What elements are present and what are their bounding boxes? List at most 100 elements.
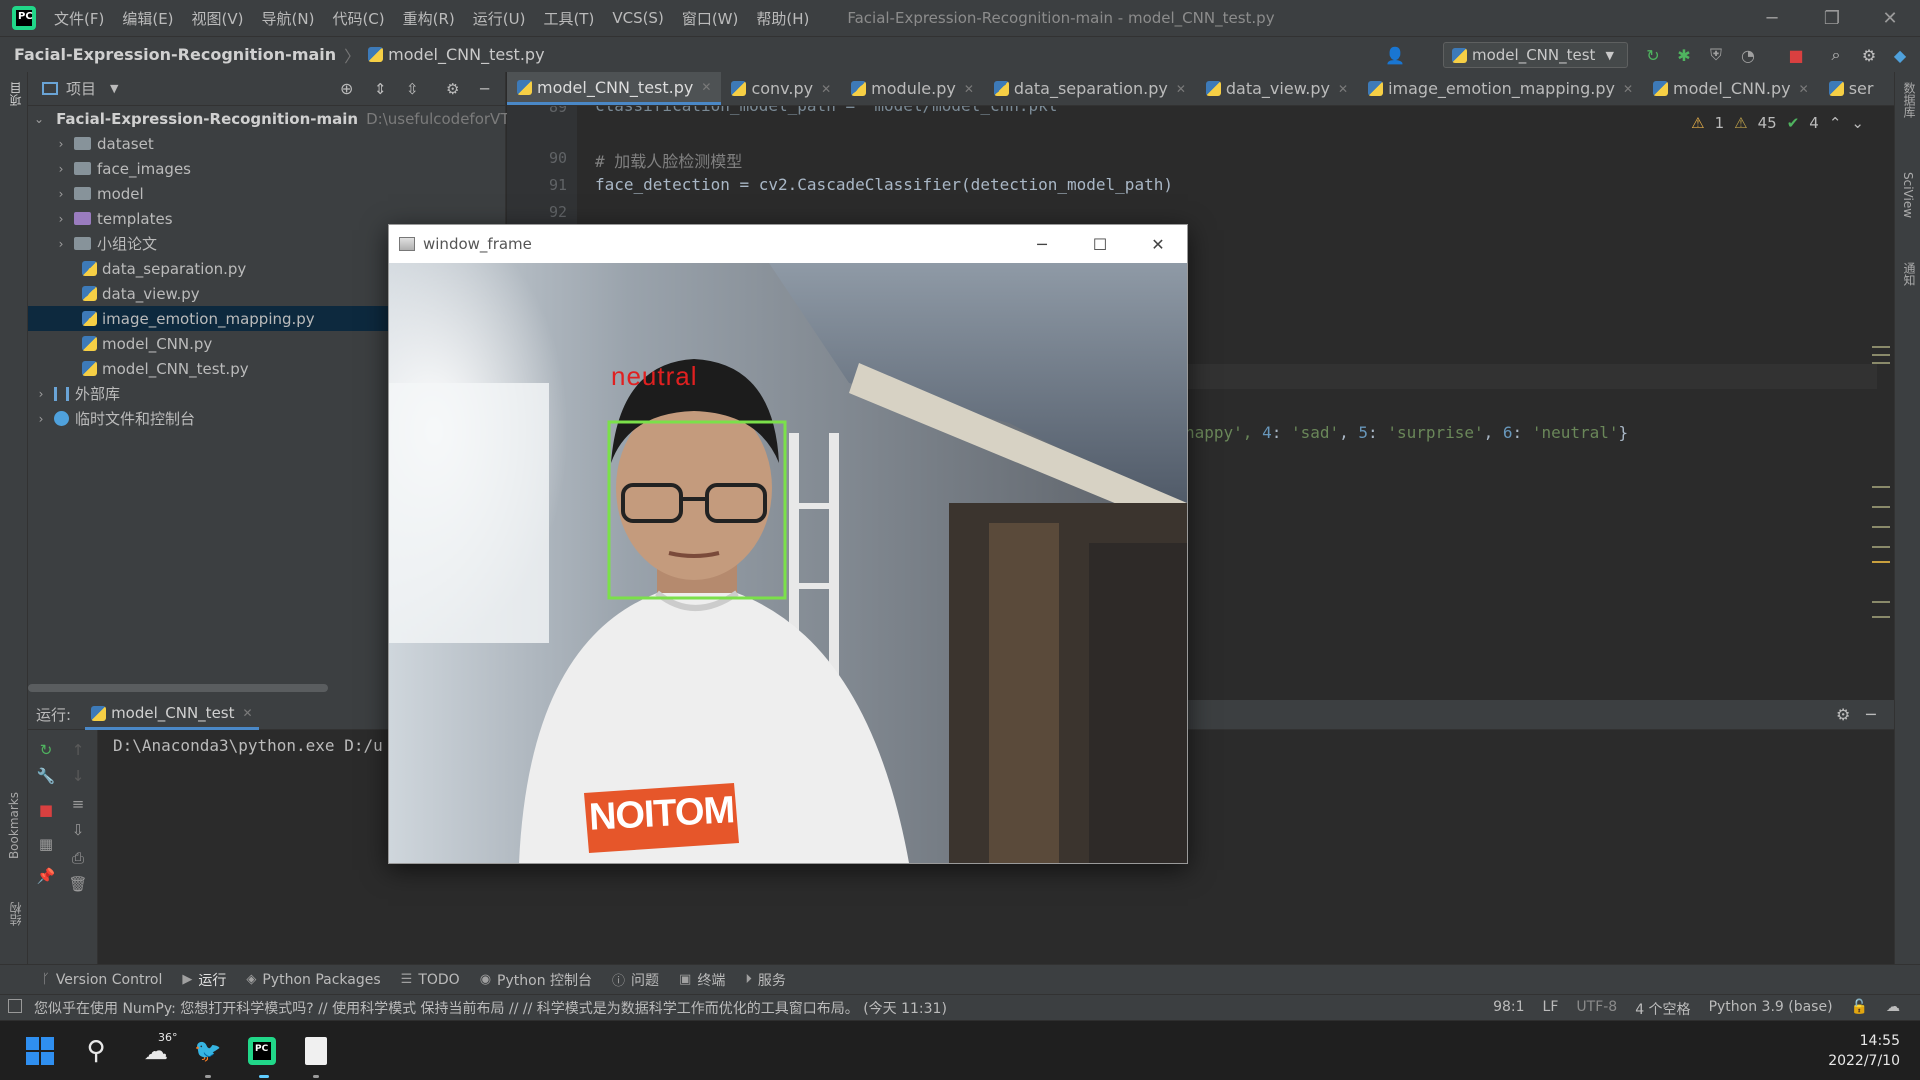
menu-window[interactable]: 窗口(W) bbox=[682, 8, 739, 29]
locate-icon[interactable]: ⊕ bbox=[340, 79, 353, 98]
bookmarks-tool-tab[interactable]: Bookmarks bbox=[7, 792, 21, 859]
indent-setting[interactable]: 4 个空格 bbox=[1635, 999, 1690, 1019]
tree-row-root[interactable]: ⌄ Facial-Expression-Recognition-main D:\… bbox=[28, 106, 514, 131]
close-icon[interactable]: ✕ bbox=[1338, 82, 1348, 96]
soft-wrap-icon[interactable]: ≡ bbox=[68, 794, 88, 814]
tool-python-packages[interactable]: ◈ Python Packages bbox=[246, 972, 380, 988]
chevron-right-icon[interactable]: › bbox=[54, 162, 68, 176]
chevron-right-icon[interactable]: › bbox=[34, 412, 48, 426]
python-interpreter[interactable]: Python 3.9 (base) bbox=[1709, 999, 1833, 1019]
status-toggle-icon[interactable] bbox=[8, 999, 22, 1013]
weather-widget[interactable]: ☁ 36° bbox=[136, 1031, 178, 1067]
rerun-icon[interactable]: ↻ bbox=[36, 740, 56, 760]
coverage-icon[interactable]: ⛨ bbox=[1706, 45, 1726, 65]
gear-icon[interactable]: ⚙ bbox=[446, 80, 459, 98]
expand-all-icon[interactable]: ⇕ bbox=[374, 80, 387, 98]
menu-file[interactable]: 文件(F) bbox=[54, 8, 104, 29]
menu-help[interactable]: 帮助(H) bbox=[756, 8, 809, 29]
chevron-right-icon[interactable]: › bbox=[54, 137, 68, 151]
trash-icon[interactable]: 🗑 bbox=[68, 874, 88, 894]
system-clock[interactable]: 14:55 2022/7/10 bbox=[1828, 1031, 1900, 1071]
layout-icon[interactable]: ▦ bbox=[36, 834, 56, 854]
jetbrains-toolbox-icon[interactable]: ◆ bbox=[1890, 45, 1910, 65]
gear-icon[interactable]: ⚙ bbox=[1836, 705, 1850, 724]
menu-navigate[interactable]: 导航(N) bbox=[262, 8, 315, 29]
run-config-dropdown[interactable]: model_CNN_test ▼ bbox=[1443, 42, 1628, 68]
menu-vcs[interactable]: VCS(S) bbox=[612, 9, 663, 27]
rerun-icon[interactable]: ↻ bbox=[1643, 45, 1663, 65]
close-icon[interactable]: ✕ bbox=[243, 706, 253, 720]
scroll-to-end-icon[interactable]: ⇩ bbox=[68, 820, 88, 840]
minimize-icon[interactable]: ─ bbox=[1013, 225, 1071, 263]
menu-code[interactable]: 代码(C) bbox=[332, 8, 384, 29]
menu-view[interactable]: 视图(V) bbox=[192, 8, 244, 29]
close-icon[interactable]: ✕ bbox=[821, 82, 831, 96]
tool-services[interactable]: ⏵ 服务 bbox=[745, 970, 786, 990]
breadcrumb-file[interactable]: model_CNN_test.py bbox=[388, 45, 544, 64]
stop-icon[interactable]: ■ bbox=[1786, 45, 1806, 65]
tab-conv[interactable]: conv.py ✕ bbox=[721, 72, 841, 105]
arrow-up-icon[interactable]: ↑ bbox=[68, 740, 88, 760]
chevron-right-icon[interactable]: › bbox=[54, 187, 68, 201]
hide-panel-icon[interactable]: ─ bbox=[480, 80, 489, 98]
tool-run[interactable]: ▶ 运行 bbox=[182, 970, 226, 990]
close-icon[interactable]: ✕ bbox=[1623, 82, 1633, 96]
tree-row-folder[interactable]: › model bbox=[28, 181, 506, 206]
close-icon[interactable]: ✕ bbox=[1176, 82, 1186, 96]
tab-image-emotion-mapping[interactable]: image_emotion_mapping.py ✕ bbox=[1358, 72, 1643, 105]
start-button[interactable] bbox=[24, 1035, 56, 1067]
profile-icon[interactable]: ◔ bbox=[1738, 45, 1758, 65]
inspection-widget[interactable]: ⚠ 1 ⚠ 45 ✔ 4 ⌃ ⌄ bbox=[1691, 114, 1864, 132]
close-icon[interactable]: ✕ bbox=[964, 82, 974, 96]
file-encoding[interactable]: UTF-8 bbox=[1576, 999, 1617, 1019]
tab-ser[interactable]: ser bbox=[1819, 72, 1884, 105]
chevron-right-icon[interactable]: › bbox=[34, 387, 48, 401]
tool-problems[interactable]: ⓘ 问题 bbox=[612, 970, 659, 990]
lock-icon[interactable]: 🔓 bbox=[1851, 999, 1868, 1019]
chevron-down-icon[interactable]: ⌄ bbox=[34, 112, 44, 126]
maximize-icon[interactable]: ☐ bbox=[1071, 225, 1129, 263]
run-tab[interactable]: model_CNN_test ✕ bbox=[85, 700, 259, 730]
hide-panel-icon[interactable]: ─ bbox=[1866, 705, 1876, 724]
project-tool-tab[interactable]: 项目 bbox=[7, 82, 24, 106]
chevron-right-icon[interactable]: › bbox=[54, 212, 68, 226]
app-bird-icon[interactable]: 🐦 bbox=[192, 1035, 224, 1067]
tab-list-chevron-icon[interactable]: ⌄ bbox=[1883, 72, 1894, 105]
search-icon[interactable]: ⚲ bbox=[80, 1035, 112, 1067]
tool-python-console[interactable]: ◉ Python 控制台 bbox=[480, 970, 592, 990]
pycharm-taskbar-icon[interactable]: PC bbox=[246, 1035, 278, 1067]
search-icon[interactable]: ⌕ bbox=[1826, 45, 1846, 65]
user-icon[interactable]: 👤 bbox=[1385, 45, 1405, 65]
notifications-tool-tab[interactable]: 通知 bbox=[1901, 262, 1918, 286]
wrench-icon[interactable]: 🔧 bbox=[36, 766, 56, 786]
tab-module[interactable]: module.py ✕ bbox=[841, 72, 984, 105]
cloud-icon[interactable]: ☁ bbox=[1886, 999, 1900, 1019]
arrow-down-icon[interactable]: ↓ bbox=[68, 766, 88, 786]
line-separator[interactable]: LF bbox=[1543, 999, 1559, 1019]
opencv-titlebar[interactable]: window_frame ─ ☐ ✕ bbox=[389, 225, 1187, 263]
pin-icon[interactable]: 📌 bbox=[36, 866, 56, 886]
collapse-all-icon[interactable]: ⇳ bbox=[406, 80, 419, 98]
structure-tool-tab[interactable]: 结构 bbox=[7, 902, 24, 926]
project-view-label[interactable]: 项目 bbox=[66, 78, 96, 99]
tree-row-folder[interactable]: › face_images bbox=[28, 156, 506, 181]
chevron-down-icon[interactable]: ▼ bbox=[110, 82, 118, 95]
stop-icon[interactable]: ■ bbox=[36, 800, 56, 820]
close-icon[interactable]: ✕ bbox=[1799, 82, 1809, 96]
breadcrumb-project[interactable]: Facial-Expression-Recognition-main bbox=[14, 45, 336, 64]
tool-version-control[interactable]: ᚴ Version Control bbox=[42, 972, 162, 988]
gear-icon[interactable]: ⚙ bbox=[1859, 45, 1879, 65]
status-message[interactable]: 您似乎在使用 NumPy: 您想打开科学模式吗? // 使用科学模式 保持当前布… bbox=[34, 998, 947, 1018]
restore-icon[interactable]: ❐ bbox=[1802, 0, 1862, 36]
print-icon[interactable]: ⎙ bbox=[68, 848, 88, 868]
chevron-right-icon[interactable]: › bbox=[54, 237, 68, 251]
chevron-up-icon[interactable]: ⌃ bbox=[1829, 114, 1842, 132]
error-stripe[interactable] bbox=[1872, 346, 1890, 646]
tab-data-separation[interactable]: data_separation.py ✕ bbox=[984, 72, 1196, 105]
caret-position[interactable]: 98:1 bbox=[1493, 999, 1524, 1019]
tool-todo[interactable]: ☰ TODO bbox=[401, 972, 460, 988]
sciview-tool-tab[interactable]: SciView bbox=[1901, 172, 1915, 218]
database-tool-tab[interactable]: 数据库 bbox=[1901, 82, 1918, 118]
tool-terminal[interactable]: ▣ 终端 bbox=[679, 970, 725, 990]
menu-edit[interactable]: 编辑(E) bbox=[122, 8, 173, 29]
